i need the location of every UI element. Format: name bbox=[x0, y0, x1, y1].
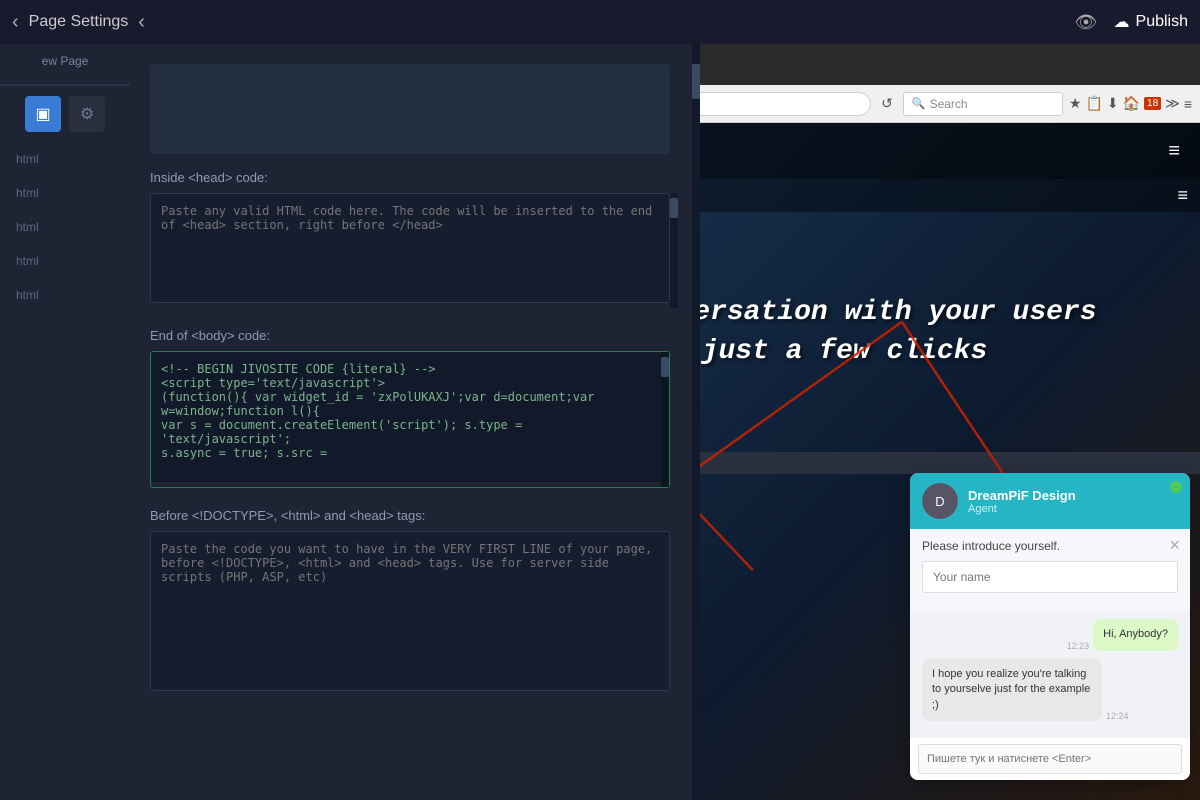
message-time-1: 12:23 bbox=[1067, 641, 1090, 651]
body-scroll-track bbox=[661, 352, 669, 487]
textarea-scroll-thumb[interactable] bbox=[670, 198, 678, 218]
online-indicator bbox=[1170, 481, 1182, 493]
browser-download-icon[interactable]: ⬇ bbox=[1107, 95, 1119, 112]
chat-intro-section: Please introduce yourself. × bbox=[910, 529, 1190, 611]
scroll-thumb[interactable] bbox=[692, 64, 700, 99]
head-code-label: Inside <head> code: bbox=[150, 170, 670, 185]
sidebar-item-html-2[interactable]: html bbox=[8, 178, 122, 208]
chat-message-2: I hope you realize you're talking to you… bbox=[922, 659, 1178, 721]
svg-text:D: D bbox=[935, 494, 944, 509]
sidebar-icon-group: ▣ ⚙ bbox=[25, 96, 105, 132]
browser-icons: ★ 📋 ⬇ 🏠 18 ≫ ≡ bbox=[1069, 95, 1192, 112]
browser-home-icon[interactable]: 🏠 bbox=[1123, 95, 1140, 112]
publish-button[interactable]: ☁ Publish bbox=[1114, 12, 1188, 32]
textarea-scroll-track bbox=[670, 193, 678, 308]
before-doctype-textarea[interactable] bbox=[150, 531, 670, 691]
close-panel-button[interactable]: ‹ bbox=[138, 11, 145, 34]
settings-icon-btn[interactable]: ⚙ bbox=[69, 96, 105, 132]
browser-star-icon[interactable]: ★ bbox=[1069, 95, 1082, 112]
browser-refresh-btn[interactable]: ↺ bbox=[877, 93, 897, 114]
top-preview-box bbox=[150, 64, 670, 154]
chat-agent-role: Agent bbox=[968, 503, 1178, 515]
chat-bubble-1: Hi, Anybody? bbox=[1093, 619, 1178, 650]
chat-agent-info: DreamPiF Design Agent bbox=[968, 488, 1178, 515]
back-button[interactable]: ‹ bbox=[12, 11, 19, 34]
chat-messages: 12:23 Hi, Anybody? I hope you realize yo… bbox=[910, 611, 1190, 737]
top-bar-right: 👁 ☁ Publish bbox=[1075, 12, 1188, 33]
browser-plugin-icon[interactable]: 18 bbox=[1144, 97, 1161, 110]
new-page-label: ew Page bbox=[42, 54, 89, 68]
browser-menu-expand-icon[interactable]: ≫ bbox=[1165, 95, 1180, 112]
body-code-textarea[interactable] bbox=[151, 352, 669, 482]
chat-intro-text: Please introduce yourself. bbox=[922, 539, 1178, 553]
hamburger-icon[interactable]: ≡ bbox=[1168, 140, 1180, 163]
page-settings-panel: Inside <head> code: End of <body> code: … bbox=[130, 44, 700, 800]
chat-header: D DreamPiF Design Agent bbox=[910, 473, 1190, 529]
your-name-input[interactable] bbox=[922, 561, 1178, 593]
sidebar-item-html-3[interactable]: html bbox=[8, 212, 122, 242]
chat-type-input[interactable] bbox=[918, 744, 1182, 774]
sidebar-item-html-4[interactable]: html bbox=[8, 246, 122, 276]
layout-icon-btn[interactable]: ▣ bbox=[25, 96, 61, 132]
search-bar[interactable]: 🔍 Search bbox=[903, 92, 1063, 116]
sidebar-item-html-5[interactable]: html bbox=[8, 280, 122, 310]
body-scroll-thumb[interactable] bbox=[661, 357, 669, 377]
eye-icon[interactable]: 👁 bbox=[1075, 12, 1098, 33]
left-sidebar: ew Page ▣ ⚙ html html html html html bbox=[0, 44, 130, 800]
chat-avatar: D bbox=[922, 483, 958, 519]
top-bar: ‹ Page Settings ‹ 👁 ☁ Publish bbox=[0, 0, 1200, 44]
chat-footer bbox=[910, 737, 1190, 780]
search-text: Search bbox=[930, 97, 968, 111]
browser-overflow-icon[interactable]: ≡ bbox=[1184, 96, 1192, 112]
chat-widget: D DreamPiF Design Agent Please introduce… bbox=[910, 473, 1190, 780]
before-doctype-label: Before <!DOCTYPE>, <html> and <head> tag… bbox=[150, 508, 670, 523]
publish-label: Publish bbox=[1136, 13, 1188, 31]
body-code-label: End of <body> code: bbox=[150, 328, 670, 343]
browser-bookmark-icon[interactable]: 📋 bbox=[1085, 95, 1102, 112]
message-time-2: 12:24 bbox=[1106, 711, 1129, 721]
search-icon: 🔍 bbox=[912, 97, 926, 110]
chat-close-button[interactable]: × bbox=[1169, 535, 1180, 556]
scroll-track bbox=[692, 44, 700, 800]
upload-icon: ☁ bbox=[1114, 12, 1130, 32]
top-bar-left: ‹ Page Settings ‹ bbox=[12, 11, 145, 34]
chat-message-1: 12:23 Hi, Anybody? bbox=[922, 619, 1178, 650]
chat-bubble-2: I hope you realize you're talking to you… bbox=[922, 659, 1102, 721]
secondary-menu-icon[interactable]: ≡ bbox=[1177, 185, 1188, 206]
sidebar-item-html-1[interactable]: html bbox=[8, 144, 122, 174]
sidebar-menu: html html html html html bbox=[0, 144, 130, 314]
page-title: Page Settings bbox=[29, 13, 129, 31]
chat-agent-name: DreamPiF Design bbox=[968, 488, 1178, 503]
head-code-textarea[interactable] bbox=[150, 193, 670, 303]
settings-content: Inside <head> code: End of <body> code: … bbox=[130, 44, 700, 716]
